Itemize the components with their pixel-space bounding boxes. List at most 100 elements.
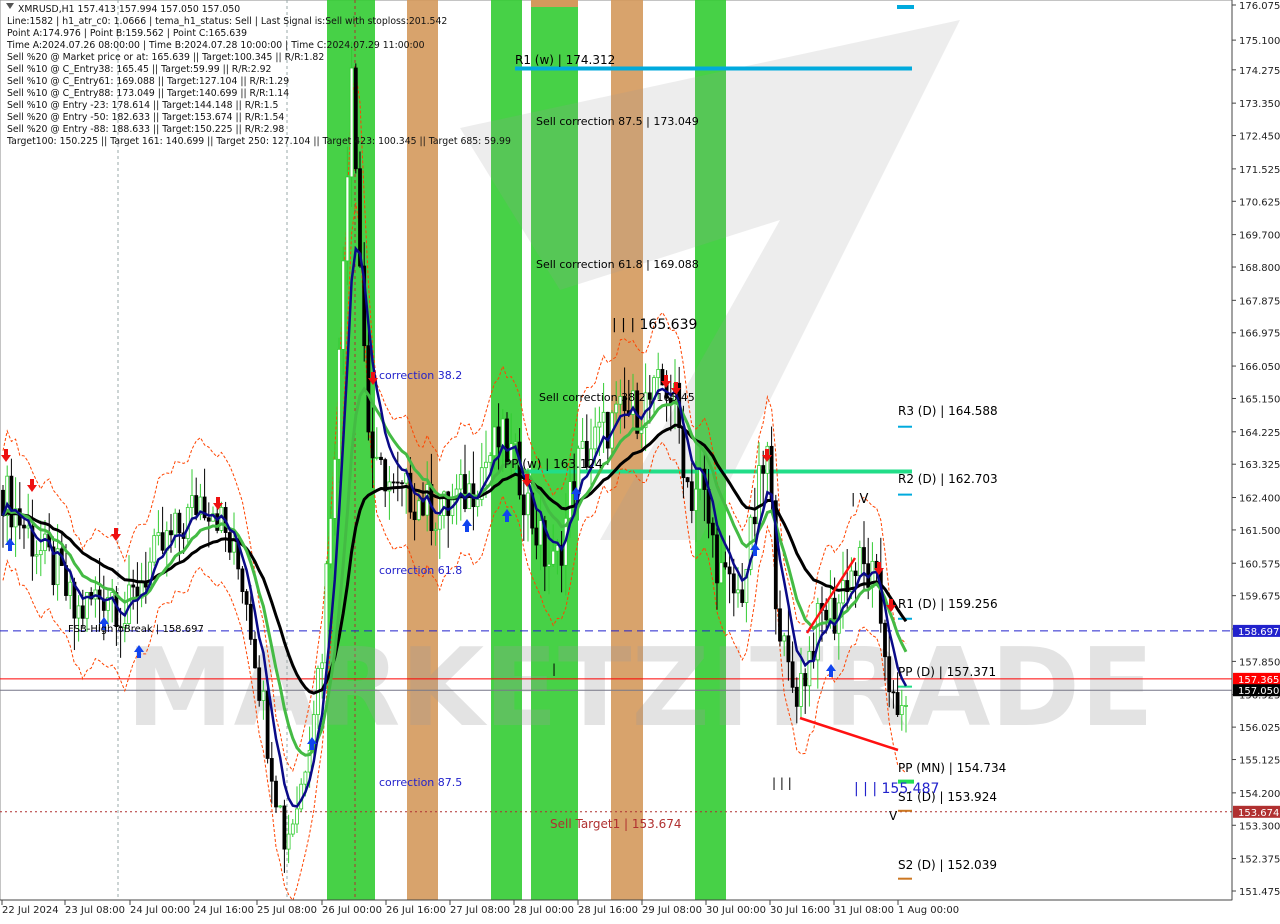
candle-body bbox=[9, 475, 14, 528]
annotation-label: | V bbox=[851, 492, 869, 507]
y-tick-label: 151.475 bbox=[1239, 887, 1280, 898]
annotation-label: V bbox=[889, 809, 898, 823]
candle-body bbox=[257, 667, 262, 701]
candle-body bbox=[383, 459, 388, 492]
x-tick-label: 28 Jul 16:00 bbox=[578, 905, 638, 916]
info-line: Sell %20 @ Market price or at: 165.639 |… bbox=[7, 52, 324, 63]
candle-body bbox=[841, 580, 845, 604]
candle-body bbox=[757, 465, 761, 525]
candle-body bbox=[412, 511, 417, 521]
candle-body bbox=[723, 562, 728, 568]
price-chart: MARKETZITRADE R1 (w) | 174.312Sell corre… bbox=[0, 0, 1280, 920]
candle-body bbox=[492, 426, 497, 457]
candle-body bbox=[437, 515, 442, 530]
time-zone-orange bbox=[531, 0, 578, 7]
x-tick-label: 1 Aug 00:00 bbox=[898, 905, 959, 916]
y-tick-label: 168.800 bbox=[1239, 263, 1280, 274]
candle-body bbox=[731, 573, 736, 594]
y-tick-label: 155.125 bbox=[1239, 756, 1280, 767]
x-tick-label: 25 Jul 08:00 bbox=[257, 905, 317, 916]
candle-body bbox=[832, 597, 837, 634]
candle-body bbox=[261, 690, 266, 701]
candle-body bbox=[761, 465, 766, 474]
candle-body bbox=[400, 482, 404, 485]
y-tick-label: 169.700 bbox=[1239, 231, 1280, 242]
annotation-label: | | | 155.487 bbox=[854, 781, 939, 797]
annotation-label: correction 38.2 bbox=[379, 369, 462, 382]
candle-body bbox=[887, 656, 892, 693]
candle-body bbox=[614, 403, 619, 414]
info-line: Point A:174.976 | Point B:159.562 | Poin… bbox=[7, 28, 247, 39]
y-tick-label: 161.500 bbox=[1239, 526, 1280, 537]
candle-body bbox=[857, 547, 862, 577]
annotation-label: Sell correction 87.5 | 173.049 bbox=[536, 115, 699, 128]
candle-body bbox=[794, 686, 799, 707]
candle-body bbox=[484, 461, 488, 469]
candle-body bbox=[286, 833, 291, 850]
candle-body bbox=[337, 348, 341, 460]
candle-body bbox=[521, 494, 526, 516]
candle-body bbox=[269, 758, 274, 782]
candle-body bbox=[206, 517, 211, 522]
candle-body bbox=[513, 441, 518, 445]
candle-body bbox=[194, 495, 199, 516]
candle-body bbox=[177, 512, 182, 534]
candle-body bbox=[786, 635, 791, 663]
x-tick-label: 24 Jul 00:00 bbox=[130, 905, 190, 916]
x-tick-label: 30 Jul 00:00 bbox=[706, 905, 766, 916]
y-tick-label: 156.025 bbox=[1239, 723, 1280, 734]
candle-body bbox=[807, 650, 812, 687]
candle-body bbox=[736, 589, 740, 594]
info-line: Sell %20 @ Entry -88: 188.633 || Target:… bbox=[7, 124, 284, 135]
y-tick-label: 165.150 bbox=[1239, 394, 1280, 405]
info-line: XMRUSD,H1 157.413 157.994 157.050 157.05… bbox=[18, 4, 240, 15]
y-tick-label: 154.200 bbox=[1239, 789, 1280, 800]
x-tick-label: 29 Jul 08:00 bbox=[642, 905, 702, 916]
time-zone-orange bbox=[407, 0, 438, 900]
candle-body bbox=[152, 535, 157, 563]
info-line: Sell %20 @ Entry -50: 182.633 || Target:… bbox=[7, 112, 284, 123]
y-tick-label: 157.850 bbox=[1239, 657, 1280, 668]
annotation-label: PP (D) | 157.371 bbox=[898, 665, 996, 679]
annotation-label: | bbox=[552, 662, 556, 676]
annotation-label: R1 (D) | 159.256 bbox=[898, 597, 998, 611]
candle-body bbox=[790, 661, 795, 688]
candle-body bbox=[173, 512, 178, 536]
y-tick-label: 171.525 bbox=[1239, 165, 1280, 176]
annotation-label: R1 (w) | 174.312 bbox=[515, 53, 615, 67]
candle-body bbox=[370, 431, 375, 459]
candle-body bbox=[899, 705, 904, 716]
candle-body bbox=[752, 516, 757, 525]
annotation-label: | | | 165.639 bbox=[612, 317, 697, 333]
candle-body bbox=[895, 692, 900, 716]
info-line: Sell %10 @ C_Entry38: 165.45 || Target:5… bbox=[7, 64, 271, 75]
candle-body bbox=[715, 534, 719, 584]
candle-body bbox=[278, 805, 283, 808]
candle-body bbox=[156, 532, 161, 537]
y-tick-label: 152.375 bbox=[1239, 855, 1280, 866]
candle-body bbox=[551, 550, 556, 565]
candle-body bbox=[681, 427, 686, 479]
candle-body bbox=[38, 550, 43, 556]
candle-body bbox=[740, 589, 745, 603]
candle-body bbox=[883, 622, 887, 658]
annotation-label: | | | bbox=[772, 776, 792, 790]
candle-body bbox=[719, 562, 724, 584]
candle-body bbox=[290, 823, 295, 835]
y-tick-label: 172.450 bbox=[1239, 132, 1280, 143]
y-tick-label: 176.075 bbox=[1239, 1, 1280, 12]
annotation-label: R3 (D) | 164.588 bbox=[898, 404, 998, 418]
candle-body bbox=[227, 532, 232, 553]
x-tick-label: 30 Jul 16:00 bbox=[770, 905, 830, 916]
candle-body bbox=[332, 458, 337, 519]
candle-body bbox=[769, 445, 774, 502]
annotation-label: Sell correction 38.2 | 165.45 bbox=[539, 391, 695, 404]
candle-body bbox=[605, 411, 610, 449]
annotation-label: PP (w) | 163.124 bbox=[504, 457, 603, 471]
y-tick-label: 159.675 bbox=[1239, 592, 1280, 603]
candle-body bbox=[274, 780, 278, 808]
candle-body bbox=[799, 673, 803, 707]
chart-container: MARKETZITRADE R1 (w) | 174.312 Sell corre… bbox=[0, 0, 1280, 920]
candle-body bbox=[500, 418, 505, 448]
x-tick-label: 26 Jul 16:00 bbox=[386, 905, 446, 916]
